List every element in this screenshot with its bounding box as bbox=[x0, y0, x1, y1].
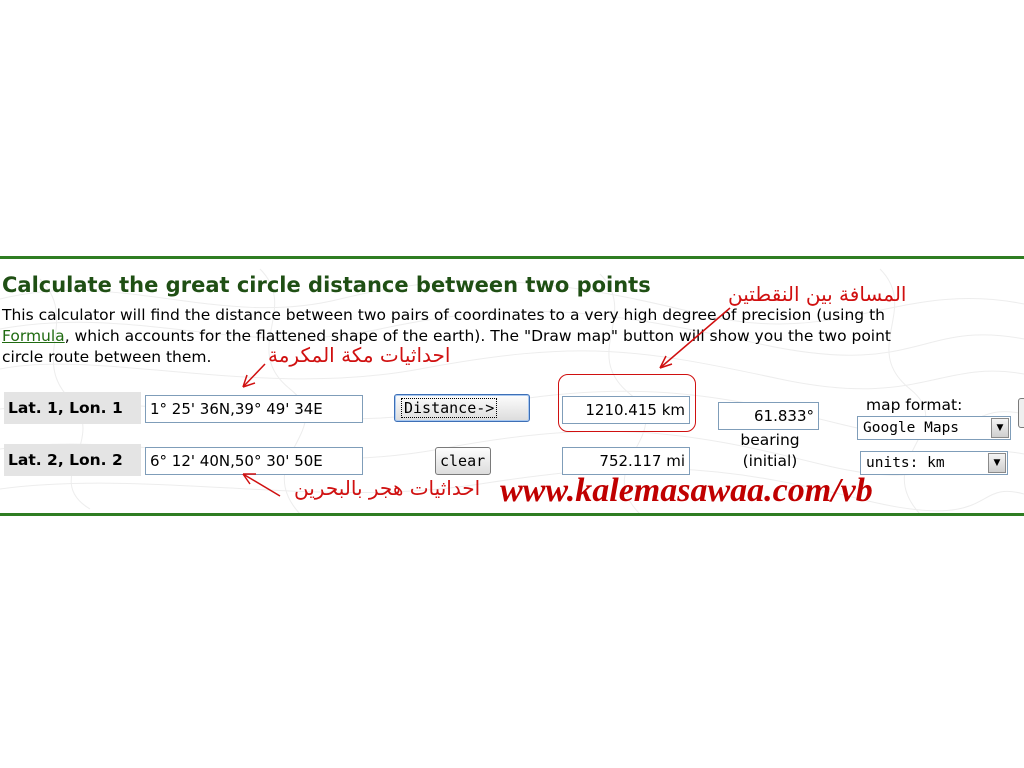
clear-button[interactable]: clear bbox=[435, 447, 491, 475]
map-format-value: Google Maps bbox=[863, 420, 960, 436]
watermark: www.kalemasawaa.com/vb bbox=[500, 472, 873, 509]
bearing-label: bearing (initial) bbox=[730, 430, 810, 472]
map-format-label: map format: bbox=[866, 396, 963, 414]
distance-button-label: Distance-> bbox=[401, 398, 498, 418]
bearing-label-line: (initial) bbox=[742, 452, 798, 470]
slide: Calculate the great circle distance betw… bbox=[0, 0, 1024, 768]
point2-annotation: احداثيات هجر بالبحرين bbox=[294, 476, 481, 500]
formula-link[interactable]: Formula bbox=[2, 327, 65, 345]
point1-annotation: احداثيات مكة المكرمة bbox=[268, 343, 451, 367]
units-value: units: km bbox=[866, 455, 945, 471]
chevron-down-icon[interactable]: ▼ bbox=[991, 418, 1009, 438]
distance-button[interactable]: Distance-> bbox=[394, 394, 530, 422]
map-format-select[interactable]: Google Maps ▼ bbox=[857, 416, 1011, 440]
point1-label: Lat. 1, Lon. 1 bbox=[4, 392, 141, 424]
page-title: Calculate the great circle distance betw… bbox=[2, 273, 651, 297]
point2-label: Lat. 2, Lon. 2 bbox=[4, 444, 141, 476]
description-text: , which accounts for the flattened shape… bbox=[64, 327, 892, 345]
chevron-down-icon[interactable]: ▼ bbox=[988, 453, 1006, 473]
distance-mi-output: 752.117 mi bbox=[562, 447, 690, 475]
point1-coordinates-input[interactable]: 1° 25' 36N,39° 49' 34E bbox=[145, 395, 363, 423]
bearing-label-line: bearing bbox=[740, 431, 800, 449]
units-select[interactable]: units: km ▼ bbox=[860, 451, 1008, 475]
description-line: This calculator will find the distance b… bbox=[2, 306, 885, 324]
draw-map-button[interactable] bbox=[1018, 398, 1024, 428]
description-line: circle route between them. bbox=[2, 348, 212, 366]
highlight-circle bbox=[558, 374, 696, 432]
distance-annotation: المسافة بين النقطتين bbox=[728, 282, 907, 306]
point2-coordinates-input[interactable]: 6° 12' 40N,50° 30' 50E bbox=[145, 447, 363, 475]
bearing-output: 61.833° bbox=[718, 402, 819, 430]
